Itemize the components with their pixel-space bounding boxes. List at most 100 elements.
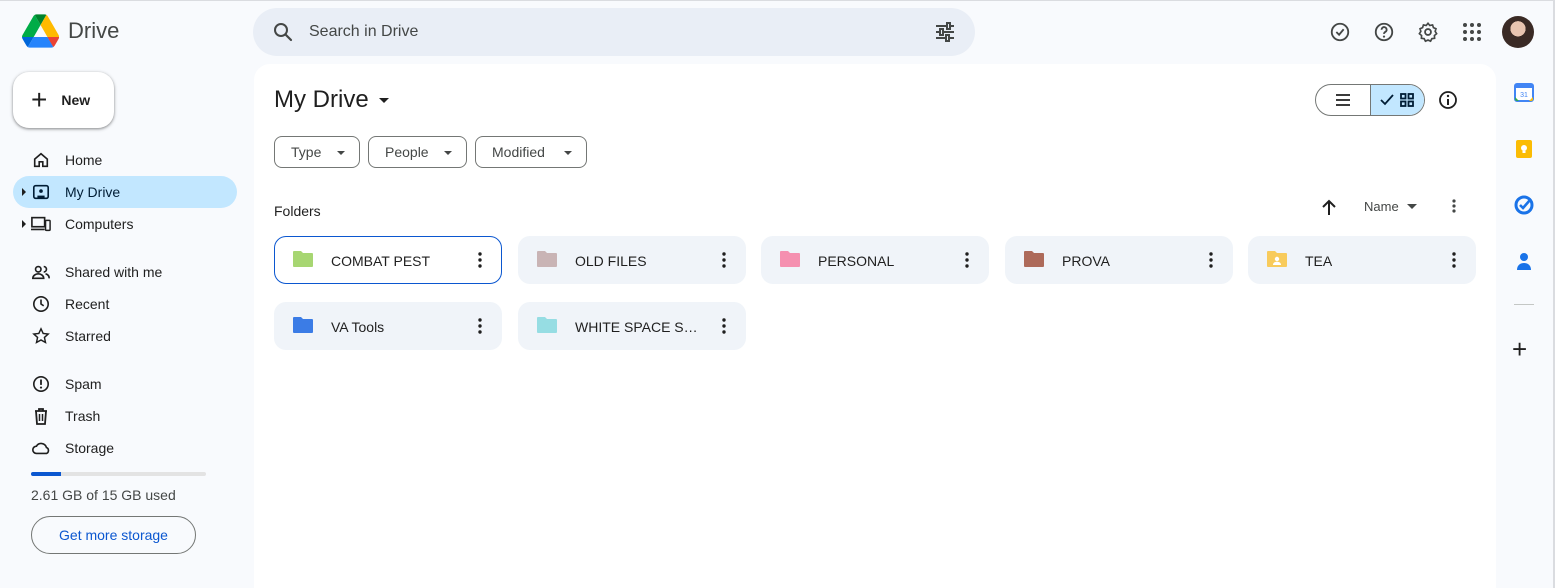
apps-icon[interactable] [1450,12,1494,52]
more-actions-icon[interactable] [712,314,736,338]
sidebar-item-home[interactable]: Home [13,144,237,176]
chevron-down-icon [564,151,572,155]
get-more-storage-button[interactable]: Get more storage [31,516,196,554]
sidebar-item-label: My Drive [65,184,121,200]
sort-by-button[interactable]: Name [1364,199,1417,214]
sidebar-item-shared-with-me[interactable]: Shared with me [13,256,237,288]
chevron-down-icon [1406,204,1417,209]
more-actions-icon[interactable] [712,248,736,272]
clock-icon [31,294,51,314]
sidebar-item-computers[interactable]: Computers [13,208,237,240]
expand-caret-icon[interactable] [22,220,26,228]
folder-icon [1024,251,1044,267]
new-button[interactable]: + New [13,72,114,128]
chevron-down-icon [444,151,452,155]
storage-progress-bar [31,472,206,476]
search-bar[interactable] [253,8,975,56]
account-avatar[interactable] [1502,16,1534,48]
home-icon [31,150,51,170]
sidebar-item-starred[interactable]: Starred [13,320,237,352]
page-title-text: My Drive [274,86,369,113]
sort-by-label: Name [1364,199,1399,214]
offline-ready-icon[interactable] [1318,12,1362,52]
sidebar-item-recent[interactable]: Recent [13,288,237,320]
page-title[interactable]: My Drive [274,86,389,114]
sidebar-item-label: Trash [65,408,101,424]
search-options-icon[interactable] [933,20,957,44]
sidebar-item-label: Home [65,152,103,168]
new-button-label: New [61,92,91,108]
folder-icon [293,251,313,267]
folder-name: OLD FILES [575,253,647,269]
sidebar-item-label: Spam [65,376,102,392]
spam-icon [31,374,51,394]
folder-icon [537,317,557,333]
more-actions-icon[interactable] [468,314,492,338]
grid-view-button[interactable] [1369,85,1424,115]
folder-icon [780,251,800,267]
star-icon [31,326,51,346]
filter-type-chip[interactable]: Type [274,136,360,168]
keep-icon[interactable] [1514,139,1534,159]
filter-modified-chip[interactable]: Modified [475,136,587,168]
folder-name: COMBAT PEST [331,253,431,269]
tasks-icon[interactable] [1514,195,1534,215]
title-dropdown-icon [378,97,389,103]
folder-icon [293,317,313,333]
more-options-icon[interactable] [1446,196,1462,216]
folder-name: PERSONAL [818,253,895,269]
view-toggle [1315,84,1425,116]
storage-usage-text: 2.61 GB of 15 GB used [31,487,176,503]
search-icon[interactable] [271,20,295,44]
shared-icon [31,262,51,282]
sidebar-item-trash[interactable]: Trash [13,400,237,432]
computers-icon [31,214,51,234]
folder-tile[interactable]: TEA [1248,236,1476,284]
drive-logo[interactable]: Drive [22,14,119,48]
calendar-icon[interactable]: 31 [1514,82,1534,102]
folders-section-label: Folders [274,203,321,219]
chevron-down-icon [337,151,345,155]
check-icon [1380,94,1395,106]
settings-icon[interactable] [1406,12,1450,52]
filter-people-chip[interactable]: People [368,136,467,168]
cloud-icon [31,438,51,458]
folder-tile[interactable]: WHITE SPACE STUDIO [518,302,746,350]
sidebar-item-storage[interactable]: Storage [13,432,237,464]
folder-name: TEA [1305,253,1333,269]
search-input[interactable] [309,8,909,56]
top-bar: Drive [0,0,1555,64]
more-actions-icon[interactable] [468,248,492,272]
sort-direction-icon[interactable] [1317,196,1341,220]
sidebar-item-spam[interactable]: Spam [13,368,237,400]
expand-caret-icon[interactable] [22,188,26,196]
more-actions-icon[interactable] [1199,248,1223,272]
rail-divider [1514,304,1534,305]
drive-logo-icon [22,14,59,48]
folder-tile[interactable]: PROVA [1005,236,1233,284]
sidebar-item-my-drive[interactable]: My Drive [13,176,237,208]
help-icon[interactable] [1362,12,1406,52]
shared-folder-icon [1267,251,1287,267]
list-view-button[interactable] [1316,85,1370,115]
plus-icon: + [31,84,48,115]
grid-view-icon [1400,93,1415,107]
folder-name: VA Tools [331,319,385,335]
main-content: My Drive Type People Modified Folders Na… [254,64,1496,588]
more-actions-icon[interactable] [955,248,979,272]
more-actions-icon[interactable] [1442,248,1466,272]
contacts-icon[interactable] [1514,251,1534,271]
folder-tile[interactable]: COMBAT PEST [274,236,502,284]
filter-chip-label: Type [291,144,322,160]
storage-progress-fill [31,472,62,476]
folder-tile[interactable]: OLD FILES [518,236,746,284]
my-drive-icon [31,182,51,202]
sidebar-item-label: Recent [65,296,110,312]
folder-tile[interactable]: VA Tools [274,302,502,350]
folder-name: WHITE SPACE STUDIO [575,319,700,335]
filter-chip-label: Modified [492,144,545,160]
add-addon-icon[interactable]: + [1512,336,1527,362]
info-icon[interactable] [1438,90,1458,110]
folder-tile[interactable]: PERSONAL [761,236,989,284]
folder-icon [537,251,557,267]
